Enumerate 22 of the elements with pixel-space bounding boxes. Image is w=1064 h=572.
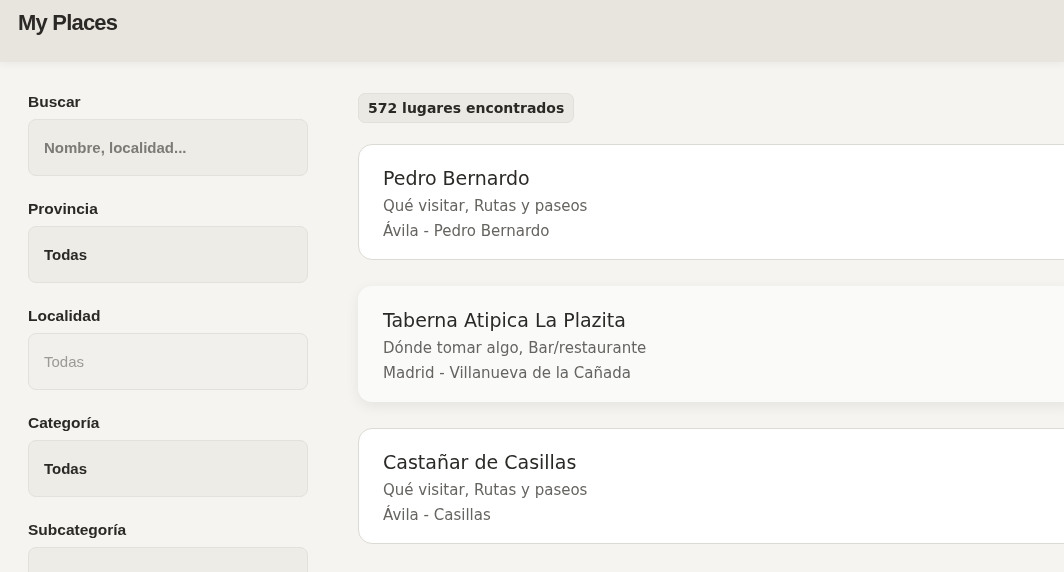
place-categories: Qué visitar, Rutas y paseos	[383, 196, 589, 217]
filter-label: Localidad	[28, 307, 102, 325]
result-count: 572 lugares encontrados	[358, 93, 575, 123]
place-card[interactable]: Pedro Bernardo Qué visitar, Rutas y paseos Ávila - Pedro Bernardo	[358, 144, 1064, 260]
select-field[interactable]: Todas	[28, 440, 308, 497]
place-name: Taberna Atipica La Plazita	[383, 308, 627, 332]
filter-label: Provincia	[28, 200, 99, 218]
app-title: My Places	[18, 10, 118, 36]
place-location: Ávila - Casillas	[383, 504, 492, 526]
filter-label: Categoría	[28, 414, 101, 432]
place-name: Castañar de Casillas	[383, 450, 578, 474]
place-card[interactable]: Castañar de Casillas Qué visitar, Rutas y paseos Ávila - Casillas	[358, 428, 1064, 544]
place-categories: Dónde tomar algo, Bar/restaurante	[383, 338, 648, 359]
select-field[interactable]: Todas	[28, 226, 308, 283]
filter-label: Subcategoría	[28, 521, 128, 539]
place-categories: Qué visitar, Rutas y paseos	[383, 480, 589, 501]
place-card[interactable]: Taberna Atipica La Plazita Dónde tomar algo, Bar/restaurante Madrid - Villanueva de la Cañada	[358, 286, 1064, 402]
search-field[interactable]: Nombre, localidad...	[28, 119, 308, 176]
place-name: Pedro Bernardo	[383, 166, 531, 190]
filter-label: Buscar	[28, 93, 82, 111]
place-location: Ávila - Pedro Bernardo	[383, 220, 551, 242]
place-location: Madrid - Villanueva de la Cañada	[383, 363, 632, 384]
